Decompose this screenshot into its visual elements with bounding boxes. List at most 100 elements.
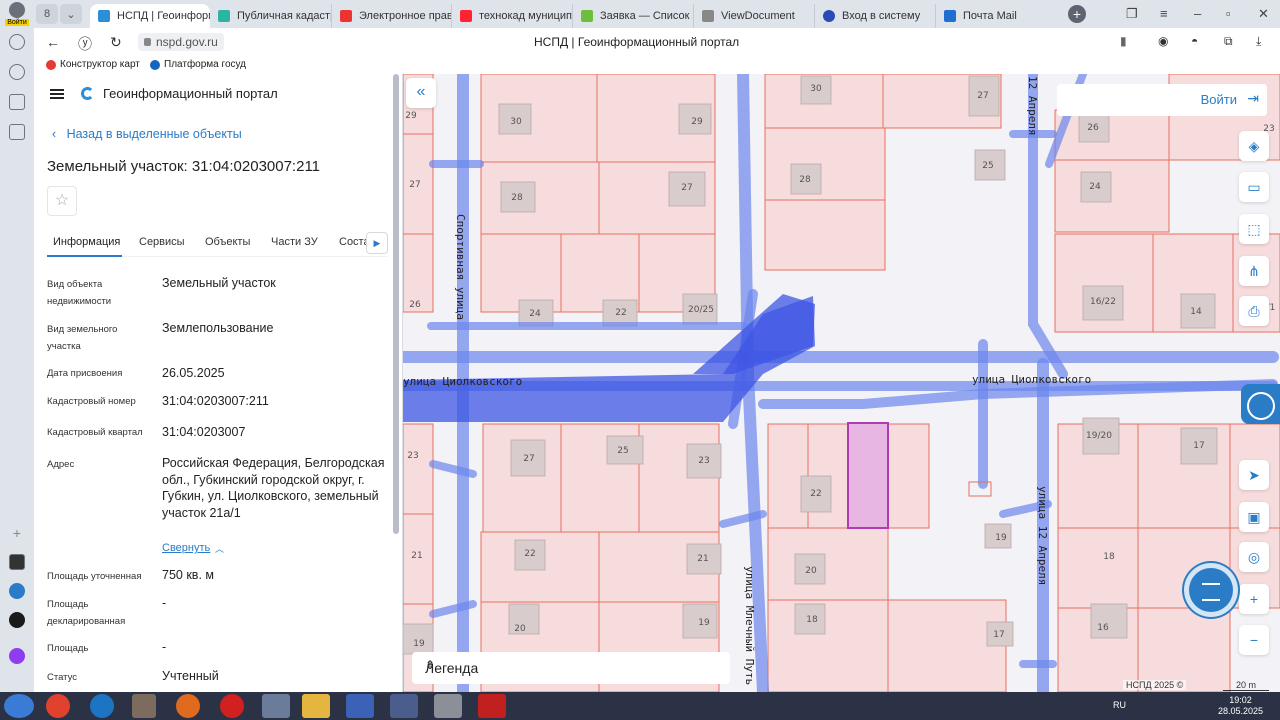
bookmark-map-constructor[interactable]: Конструктор карт (46, 59, 140, 70)
bookmark-gov-platform[interactable]: Платформа госуд (150, 59, 246, 70)
bookmark-icon[interactable]: ▮ (1120, 34, 1127, 48)
svg-text:25: 25 (982, 161, 993, 171)
zoom-in-button[interactable]: + (1239, 584, 1269, 614)
chevron-up-icon[interactable]: ︿ (215, 542, 224, 555)
label-assign-date: Дата присвоения (47, 368, 123, 379)
svg-text:20/25: 20/25 (688, 305, 714, 315)
yandex-app-icon[interactable] (390, 694, 418, 718)
tab-counter-button[interactable]: 8 (36, 4, 58, 24)
minimize-icon[interactable]: – (1194, 6, 1201, 21)
layers-button[interactable]: ◈ (1239, 131, 1269, 161)
history-icon[interactable] (9, 34, 25, 50)
tab-login-system[interactable]: Вход в систему (815, 4, 936, 28)
app-c-icon[interactable] (9, 554, 25, 570)
svg-text:14: 14 (1190, 307, 1202, 317)
collapse-address-link[interactable]: Свернуть (162, 542, 210, 554)
opera-icon[interactable] (220, 694, 244, 718)
label-area-refined: Площадь уточненная (47, 571, 142, 582)
address-bar: ← ⓨ ↻ nspd.gov.ru НСПД | Геоинформационн… (34, 28, 1280, 56)
tab-view-document[interactable]: ViewDocument (694, 4, 815, 28)
svg-text:22: 22 (615, 308, 626, 318)
app-icon[interactable] (262, 694, 290, 718)
locate-button[interactable]: ◎ (1239, 542, 1269, 572)
tab-composition[interactable]: Соста (339, 236, 370, 248)
new-tab-button[interactable]: + (1068, 5, 1086, 23)
assistant-icon[interactable] (1241, 384, 1280, 424)
extension-icon[interactable]: ⧉ (1224, 34, 1233, 49)
firefox-icon[interactable] (176, 694, 200, 718)
basemap-button[interactable]: ▣ (1239, 502, 1269, 532)
favorite-star-button[interactable]: ☆ (47, 186, 77, 216)
tab-nspd[interactable]: НСПД | Геоинформ × (90, 4, 210, 28)
back-icon[interactable]: ← (46, 34, 60, 50)
add-panel-icon[interactable]: + (9, 526, 25, 542)
svg-text:16/22: 16/22 (1090, 297, 1116, 307)
select-area-button[interactable]: ⬚ (1239, 214, 1269, 244)
cadastral-map[interactable]: 29 30 29 30 27 26 28 27 28 25 24 27 26 2… (403, 74, 1280, 692)
measure-button[interactable]: ▭ (1239, 172, 1269, 202)
tab-public-cadastre[interactable]: Публичная кадастр (210, 4, 332, 28)
tab-technokad[interactable]: технокад муниципа (452, 4, 573, 28)
app-browser-icon[interactable] (9, 583, 25, 599)
login-button[interactable]: Войти ⇥ (1057, 84, 1267, 116)
extension-icon[interactable]: ◉ (1158, 34, 1168, 48)
tab-favicon-icon (702, 10, 714, 22)
zoom-out-button[interactable]: − (1239, 625, 1269, 655)
hamburger-menu-icon[interactable] (50, 89, 64, 99)
ie-icon[interactable] (90, 694, 114, 718)
street-label: улица Циолковского (972, 373, 1091, 386)
folder-icon[interactable] (302, 694, 330, 718)
tabs-icon[interactable] (9, 94, 25, 110)
app-music-icon[interactable] (9, 612, 25, 628)
tabs-scroll-right-button[interactable]: ▶ (366, 232, 388, 254)
chrome-icon[interactable] (46, 694, 70, 718)
restore-icon[interactable]: ▫ (1226, 6, 1231, 21)
tab-electronic[interactable]: Электронное прав (332, 4, 452, 28)
tab-favicon-icon (944, 10, 956, 22)
map-view[interactable]: 29 30 29 30 27 26 28 27 28 25 24 27 26 2… (403, 74, 1280, 692)
tab-application-list[interactable]: Заявка — Список за (573, 4, 694, 28)
svg-text:19: 19 (413, 639, 425, 649)
tab-services[interactable]: Сервисы (139, 236, 185, 248)
tab-objects[interactable]: Объекты (205, 236, 250, 248)
app-alice-icon[interactable] (9, 648, 25, 664)
menu-icon[interactable]: ≡ (1160, 6, 1168, 21)
tab-mail[interactable]: Почта Mail (936, 4, 1058, 28)
start-button-icon[interactable] (4, 694, 34, 718)
bookmarks-bar: Конструктор карт Платформа госуд (34, 56, 1280, 74)
chat-button[interactable] (1189, 568, 1233, 612)
panel-scrollbar[interactable] (393, 74, 399, 534)
double-chevron-left-icon: « (416, 83, 426, 100)
reload-icon[interactable]: ↻ (110, 34, 122, 51)
tabs-dropdown-icon[interactable]: ⌄ (60, 4, 82, 24)
download-icon[interactable]: ⤓ (1256, 34, 1261, 49)
collections-icon[interactable]: ❐ (1126, 6, 1138, 22)
navigate-button[interactable]: ➤ (1239, 460, 1269, 490)
language-indicator[interactable]: RU (1113, 700, 1126, 710)
legend-toggle[interactable]: Легенда ⇕ (412, 652, 730, 684)
extension-icon[interactable]: ◓ (1191, 34, 1198, 48)
collapse-panel-button[interactable]: « (406, 78, 436, 108)
tab-information[interactable]: Информация (53, 236, 120, 248)
print-button[interactable]: ⎙ (1239, 296, 1269, 326)
user-profile-button[interactable]: Войти (0, 0, 34, 28)
ruler-icon: ▭ (1247, 179, 1261, 195)
back-to-selected-link[interactable]: ‹ Назад в выделенные объекты (52, 127, 242, 141)
svg-text:24: 24 (1089, 182, 1101, 192)
pdf-reader-icon[interactable] (478, 694, 506, 718)
app-icon[interactable] (434, 694, 462, 718)
map-scale: 20 m (1223, 680, 1269, 691)
play-icon[interactable] (9, 64, 25, 80)
gov-app-icon[interactable] (346, 694, 374, 718)
svg-text:20: 20 (805, 566, 817, 576)
media-player-icon[interactable] (132, 694, 156, 718)
url-field[interactable]: nspd.gov.ru (138, 33, 224, 51)
screenshot-icon[interactable] (9, 124, 25, 140)
share-button[interactable]: ⋔ (1239, 256, 1269, 286)
svg-text:19: 19 (995, 533, 1007, 543)
yandex-icon[interactable]: ⓨ (78, 34, 92, 54)
system-clock[interactable]: 19:02 28.05.2025 (1218, 695, 1263, 717)
tab-parts[interactable]: Части ЗУ (271, 236, 318, 248)
window-close-icon[interactable]: ✕ (1258, 6, 1269, 22)
svg-text:23: 23 (407, 451, 418, 461)
